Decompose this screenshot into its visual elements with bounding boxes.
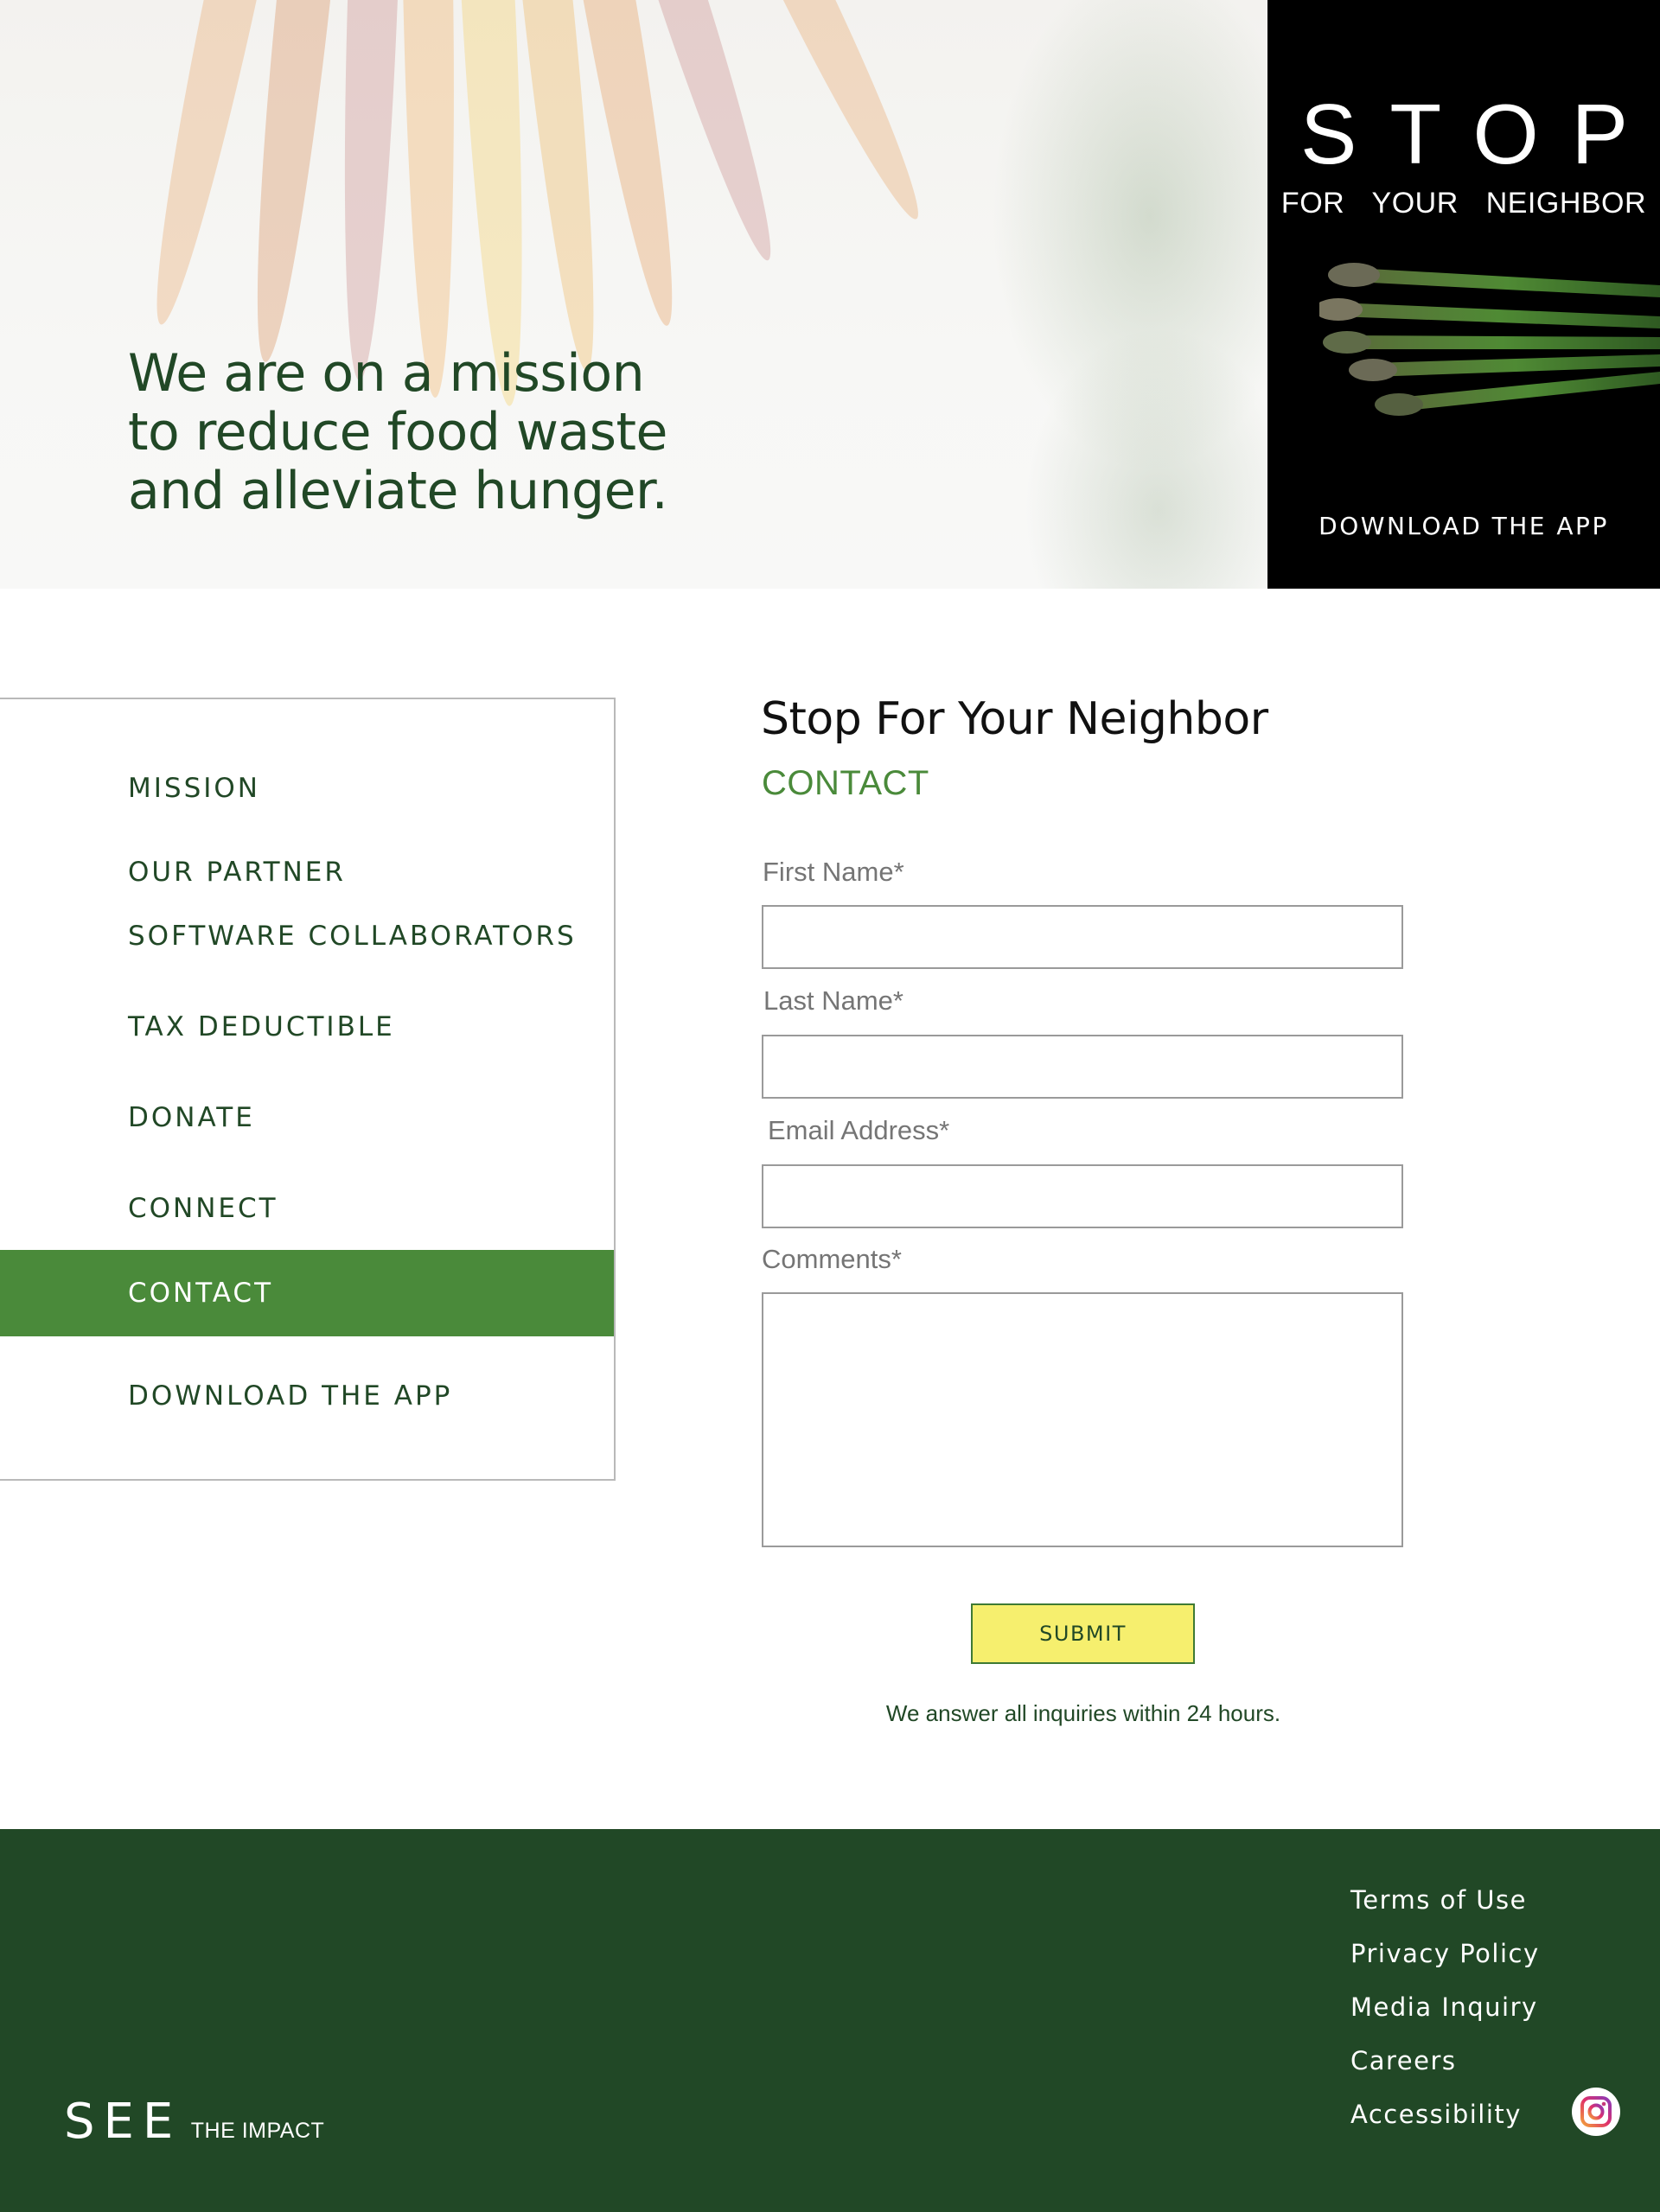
instagram-icon[interactable] bbox=[1572, 2088, 1620, 2136]
carrot-image bbox=[769, 0, 938, 230]
footer-link-accessibility[interactable]: Accessibility bbox=[1350, 2100, 1522, 2129]
nav-item-connect[interactable]: CONNECT bbox=[0, 1185, 614, 1232]
carrot-image bbox=[648, 0, 791, 268]
page-title: Stop For Your Neighbor bbox=[761, 693, 1268, 745]
download-app-link[interactable]: DOWNLOAD THE APP bbox=[1267, 512, 1660, 540]
promo-subtitle: FOR YOUR NEIGHBOR bbox=[1280, 187, 1647, 220]
mission-line: We are on a mission bbox=[128, 343, 645, 404]
comments-field[interactable] bbox=[762, 1292, 1403, 1547]
sidebar-nav: MISSION OUR PARTNER SOFTWARE COLLABORATO… bbox=[0, 698, 616, 1481]
instagram-glyph bbox=[1580, 2096, 1612, 2127]
mission-statement: We are on a mission to reduce food waste… bbox=[128, 344, 681, 520]
form-heading: CONTACT bbox=[762, 764, 929, 802]
nav-item-contact[interactable]: CONTACT bbox=[0, 1250, 614, 1336]
mission-line: and alleviate hunger. bbox=[128, 461, 668, 521]
email-field[interactable] bbox=[762, 1164, 1403, 1228]
mission-line: to reduce food waste bbox=[128, 402, 667, 462]
footer-link-media-inquiry[interactable]: Media Inquiry bbox=[1350, 1992, 1538, 2022]
brand-see: SEE bbox=[64, 2094, 182, 2150]
footer-link-terms[interactable]: Terms of Use bbox=[1350, 1885, 1527, 1915]
footer-link-careers[interactable]: Careers bbox=[1350, 2046, 1457, 2075]
carrot-image bbox=[334, 0, 399, 381]
promo-title: STOP bbox=[1300, 86, 1660, 182]
nav-item-download-app[interactable]: DOWNLOAD THE APP bbox=[0, 1373, 614, 1419]
email-label: Email Address* bbox=[768, 1115, 950, 1145]
first-name-field[interactable] bbox=[762, 905, 1403, 969]
carrot-image bbox=[239, 0, 334, 365]
last-name-field[interactable] bbox=[762, 1035, 1403, 1099]
last-name-label: Last Name* bbox=[763, 985, 903, 1016]
nav-item-software-collaborators[interactable]: SOFTWARE COLLABORATORS bbox=[0, 913, 614, 959]
response-time-note: We answer all inquiries within 24 hours. bbox=[885, 1700, 1281, 1726]
brand-tagline: THE IMPACT bbox=[190, 2119, 325, 2143]
site-footer: SEE THE IMPACT Terms of Use Privacy Poli… bbox=[0, 1829, 1660, 2212]
submit-button[interactable]: SUBMIT bbox=[971, 1603, 1195, 1664]
footer-logo[interactable]: SEE THE IMPACT bbox=[64, 2094, 324, 2150]
carrot-image bbox=[402, 0, 461, 398]
nav-item-donate[interactable]: DONATE bbox=[0, 1094, 614, 1141]
carrot-image bbox=[135, 0, 263, 330]
asparagus-image bbox=[1319, 263, 1660, 416]
nav-item-mission[interactable]: MISSION bbox=[0, 765, 614, 812]
hero-banner: We are on a mission to reduce food waste… bbox=[0, 0, 1267, 589]
footer-link-privacy[interactable]: Privacy Policy bbox=[1350, 1939, 1540, 1968]
nav-item-tax-deductible[interactable]: TAX DEDUCTIBLE bbox=[0, 1004, 614, 1050]
nav-item-our-partner[interactable]: OUR PARTNER bbox=[0, 849, 614, 896]
comments-label: Comments* bbox=[762, 1244, 902, 1274]
app-promo-panel[interactable]: STOP FOR YOUR NEIGHBOR DOWNLOAD THE APP bbox=[1267, 0, 1660, 589]
first-name-label: First Name* bbox=[763, 857, 904, 887]
